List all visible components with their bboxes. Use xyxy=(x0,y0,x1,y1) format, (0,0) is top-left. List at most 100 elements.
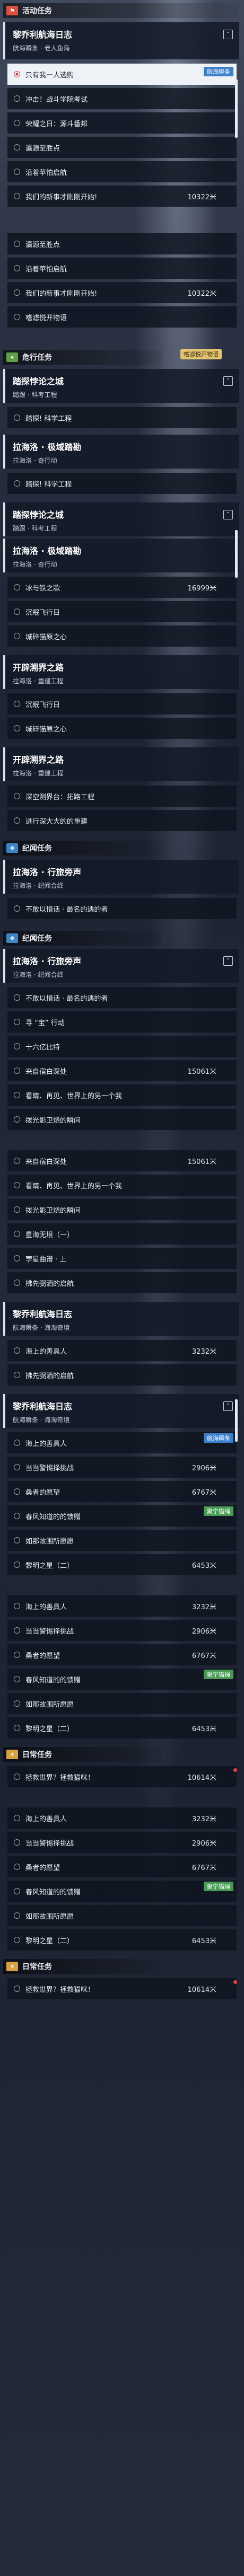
list-item[interactable]: 不敢以惜话 · 最名的遇的者 xyxy=(7,898,237,919)
list-item[interactable]: 踏探! 科学工程 xyxy=(7,407,237,428)
radio-icon xyxy=(14,1725,20,1731)
list-item[interactable]: 进行深大大的的重建 xyxy=(7,810,237,831)
chevron-up-icon[interactable]: ⌃ xyxy=(223,376,233,386)
list-item[interactable]: 春风知道的的馈赠 聚宁猫绳 xyxy=(7,1669,237,1690)
list-item[interactable]: 不敢以惜话 · 最名的遇的者 xyxy=(7,987,237,1008)
mission-card-lahai[interactable]: 拉海洛 · 极域踏勘 拉海洛 · 奇行动 xyxy=(3,539,239,572)
radio-icon xyxy=(14,1864,20,1870)
mission-card-frontier[interactable]: 开辟溯界之路 拉海洛 · 重建工程 xyxy=(3,747,239,781)
list-item[interactable]: 如那故围所愿愿 xyxy=(7,1693,237,1714)
radio-icon xyxy=(14,241,20,247)
list-item[interactable]: 来自宿白深处 15061米 xyxy=(7,1060,237,1081)
radio-icon xyxy=(14,584,20,590)
scrollbar-thumb[interactable] xyxy=(235,80,238,138)
list-item[interactable]: 只有我一人选购 航海瞬条 xyxy=(7,64,237,85)
radio-icon xyxy=(14,193,20,199)
list-item[interactable]: 海上的善具人 3232米 xyxy=(7,1595,237,1617)
list-item[interactable]: 桑者的愿望 6767米 xyxy=(7,1856,237,1877)
list-item[interactable]: 春风知道的的馈赠 聚宁猫绳 xyxy=(7,1505,237,1527)
list-item[interactable]: 春风知道的的馈赠 聚宁猫绳 xyxy=(7,1881,237,1902)
list-item[interactable]: 黎明之星（二） 6453米 xyxy=(7,1929,237,1951)
mission-card-journal[interactable]: 黎乔利航海日志 航海瞬条 · 海淘奇境 xyxy=(3,1302,239,1336)
radio-icon xyxy=(14,1627,20,1634)
scrollbar-thumb[interactable] xyxy=(235,530,238,578)
flag-icon: ⚑ xyxy=(6,6,18,15)
list-item[interactable]: 拯救世界？拯救猫咪！ 10614米 xyxy=(7,1766,237,1787)
radio-icon xyxy=(14,414,20,421)
chevron-up-icon[interactable]: ⌃ xyxy=(223,1401,233,1411)
radio-icon xyxy=(14,1019,20,1025)
list-item[interactable]: 寻 “宝” 行动 xyxy=(7,1011,237,1033)
mission-card-trial[interactable]: 踏探悖论之城 踏跟 · 科考工程 ⌃ xyxy=(3,502,239,536)
list-item[interactable]: 当当警惕择挑战 2906米 xyxy=(7,1457,237,1478)
list-item[interactable]: 当当警惕择挑战 2906米 xyxy=(7,1620,237,1641)
list-item[interactable]: 我们的新事才刚刚开始! 10322米 xyxy=(7,282,237,303)
list-item[interactable]: 如那故围所愿愿 xyxy=(7,1530,237,1551)
list-item[interactable]: 瀛源至胜点 xyxy=(7,137,237,158)
radio-icon xyxy=(14,1488,20,1495)
list-item[interactable]: 星海无垠（一） xyxy=(7,1223,237,1245)
radio-icon xyxy=(14,1347,20,1354)
list-item[interactable]: 看睛、再见、世界上的另一个我 xyxy=(7,1084,237,1106)
radio-icon xyxy=(14,1464,20,1470)
mission-card-frontier[interactable]: 开辟溯界之路 拉海洛 · 重建工程 xyxy=(3,655,239,689)
list-item[interactable]: 沉眠飞行日 xyxy=(7,693,237,714)
mission-card-wander[interactable]: 拉海洛 · 行旅旁声 拉海洛 · 纪闻合绎 ⌃ xyxy=(3,949,239,983)
list-item[interactable]: 城碎猫原之心 xyxy=(7,625,237,647)
list-item[interactable]: 瀛源至胜点 xyxy=(7,233,237,254)
list-item[interactable]: 深空测界台：拓路工程 xyxy=(7,786,237,807)
list-item[interactable]: 拂先弼洒的启航 xyxy=(7,1364,237,1386)
radio-icon xyxy=(14,701,20,707)
radio-icon xyxy=(14,1116,20,1123)
list-item[interactable]: 如那故围所愿愿 xyxy=(7,1905,237,1926)
list-item[interactable]: 十六亿比特 xyxy=(7,1036,237,1057)
book-icon: ❖ xyxy=(6,843,18,853)
list-item[interactable]: 海上的善具人 3232米 xyxy=(7,1807,237,1829)
list-item[interactable]: 黎明之星（二） 6453米 xyxy=(7,1554,237,1575)
chevron-up-icon[interactable]: ⌃ xyxy=(223,510,233,519)
list-item[interactable]: 海上的善具人 航海瞬条 xyxy=(7,1432,237,1453)
radio-icon xyxy=(14,633,20,639)
radio-icon xyxy=(14,1206,20,1213)
list-item[interactable]: 荣耀之日：源斗番邦 xyxy=(7,112,237,134)
list-item[interactable]: 来自宿白深处 15061米 xyxy=(7,1150,237,1171)
mission-card-journal[interactable]: 黎乔利航海日志 航海瞬条 · 海淘奇境 ⌃ xyxy=(3,1394,239,1428)
list-item[interactable]: 沿着苹怕启航 xyxy=(7,258,237,279)
list-item[interactable]: 沉眠飞行日 xyxy=(7,601,237,622)
radio-icon xyxy=(14,144,20,151)
mission-card-wander[interactable]: 拉海洛 · 行旅旁声 拉海洛 · 纪闻合绎 xyxy=(3,860,239,894)
list-item[interactable]: 踏探! 科学工程 xyxy=(7,473,237,494)
chevron-up-icon[interactable]: ⌃ xyxy=(223,30,233,39)
radio-icon xyxy=(14,71,20,77)
radio-icon xyxy=(14,1562,20,1568)
list-item[interactable]: 冰与铁之歌 16999米 xyxy=(7,577,237,598)
radio-icon xyxy=(14,1652,20,1658)
list-item[interactable]: 拨光影卫烧的瞬间 xyxy=(7,1109,237,1130)
mission-card-trial[interactable]: 踏探悖论之城 踏跟 · 科考工程 ⌃ xyxy=(3,369,239,403)
mission-card-journal[interactable]: 黎乔利航海日志 航海瞬条 · 老人鱼海 ⌃ xyxy=(3,22,239,59)
list-item[interactable]: 桑者的愿望 6767米 xyxy=(7,1481,237,1502)
list-item[interactable]: 看睛、再见、世界上的另一个我 xyxy=(7,1175,237,1196)
chevron-up-icon[interactable]: ⌃ xyxy=(223,956,233,966)
scrollbar-thumb[interactable] xyxy=(235,1399,238,1442)
radio-icon xyxy=(14,1700,20,1707)
list-item[interactable]: 拨光影卫烧的瞬间 xyxy=(7,1199,237,1220)
list-item[interactable]: 黎明之星（二） 6453米 xyxy=(7,1717,237,1739)
list-item[interactable]: 我们的新事才刚刚开始! 10322米 xyxy=(7,186,237,207)
mission-card-lahai[interactable]: 拉海洛 · 极域踏勘 拉海洛 · 奇行动 xyxy=(3,435,239,469)
list-item[interactable]: 拂先弼洒的启航 xyxy=(7,1272,237,1293)
radio-icon xyxy=(14,1888,20,1894)
list-item[interactable]: 孛星曲谱 · 上 xyxy=(7,1248,237,1269)
list-item[interactable]: 城碎猫原之心 xyxy=(7,718,237,739)
radio-icon xyxy=(14,169,20,175)
section-header-daily: ☀ 日常任务 xyxy=(3,1747,162,1762)
radio-icon xyxy=(14,1676,20,1682)
list-item[interactable]: 冲击！战斗学院考试 xyxy=(7,88,237,109)
list-item[interactable]: 沿着苹怕启航 xyxy=(7,161,237,182)
list-item[interactable]: 嗜滤悦开物语 xyxy=(7,306,237,328)
list-item[interactable]: 拯救世界？拯救猫咪！ 10614米 xyxy=(7,1978,237,1999)
list-item[interactable]: 桑者的愿望 6767米 xyxy=(7,1644,237,1665)
list-item[interactable]: 海上的善具人 3232米 xyxy=(7,1340,237,1361)
radio-icon xyxy=(14,1513,20,1519)
list-item[interactable]: 当当警惕择挑战 2906米 xyxy=(7,1832,237,1853)
